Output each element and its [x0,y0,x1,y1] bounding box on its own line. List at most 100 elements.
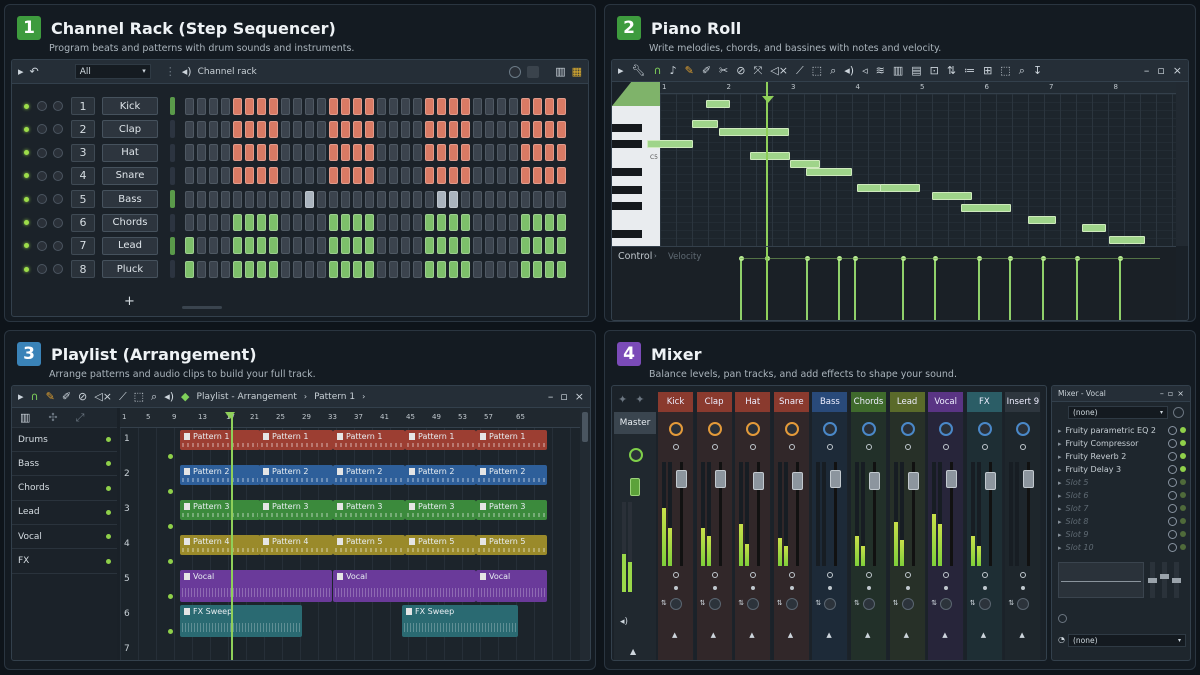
volume-fader[interactable] [753,472,765,490]
step-button[interactable] [473,144,482,162]
play-arrow-icon[interactable]: ▸ [18,66,24,77]
volume-fader[interactable] [946,470,958,488]
volume-fader[interactable] [714,470,726,488]
magnet-icon[interactable]: ∩ [654,65,662,76]
playlist-clip[interactable]: Pattern 2 [333,465,405,485]
step-button[interactable] [233,167,242,185]
step-button[interactable] [221,97,230,115]
black-key[interactable] [612,168,642,176]
send-knob[interactable] [901,598,914,610]
step-button[interactable] [521,260,530,278]
volume-knob[interactable] [53,101,63,111]
step-button[interactable] [329,214,338,231]
velocity-bar[interactable] [1009,259,1011,320]
step-button[interactable] [269,120,278,138]
step-button[interactable] [509,167,518,185]
step-button[interactable] [509,120,518,138]
minimize-icon[interactable]: – [1160,389,1164,398]
step-button[interactable] [197,260,206,278]
routing-indicator[interactable] [1020,444,1027,450]
channel-number[interactable]: 5 [71,190,95,209]
send-knob[interactable] [670,598,682,610]
stereo-indicator[interactable] [711,572,718,578]
step-button[interactable] [509,97,518,115]
chord-icon[interactable]: ▤ [911,65,921,76]
step-button[interactable] [557,260,566,278]
playlist-clip[interactable]: FX Sweep [402,605,518,637]
step-button[interactable] [353,237,362,255]
step-button[interactable] [533,260,542,278]
vertical-scrollbar[interactable] [1176,82,1188,246]
pan-knob[interactable] [37,264,47,275]
mix-knob[interactable] [1168,465,1177,474]
playback-icon[interactable]: ◂) [164,391,174,402]
channel-name-button[interactable]: Clap [102,120,158,139]
maximize-icon[interactable]: ▫ [560,391,567,402]
settings-icon[interactable]: ✦ [635,394,644,405]
step-button[interactable] [401,214,410,231]
step-button[interactable] [437,97,446,115]
pan-knob[interactable] [900,422,915,436]
playlist-clip[interactable]: Pattern 3 [333,500,405,520]
black-key[interactable] [612,202,642,210]
step-button[interactable] [473,260,482,278]
step-button[interactable] [485,120,494,138]
row-active-led[interactable] [168,454,173,459]
playlist-clip[interactable]: Pattern 4 [180,535,260,555]
mix-knob[interactable] [1168,452,1177,461]
step-button[interactable] [221,260,230,278]
channel-select-bar[interactable] [170,260,175,279]
phase-icon[interactable]: ⇅ [1008,600,1014,607]
pan-knob[interactable] [37,101,47,111]
step-button[interactable] [521,237,530,255]
step-button[interactable] [473,190,482,208]
velocity-bar[interactable] [902,259,904,320]
step-button[interactable] [281,237,290,255]
step-button[interactable] [317,144,326,162]
pan-knob[interactable] [977,422,992,436]
step-button[interactable] [341,120,350,138]
volume-fader[interactable] [676,470,687,488]
piano-icon[interactable]: ▥ [20,412,30,423]
step-button[interactable] [209,97,218,115]
step-button[interactable] [485,260,494,278]
channel-name[interactable]: Hat [735,392,771,412]
slot-enable-led[interactable] [1180,492,1186,498]
step-button[interactable] [389,190,398,208]
channel-name[interactable]: Bass [812,392,848,412]
volume-fader[interactable] [984,472,996,490]
step-button[interactable] [533,237,542,255]
fit-icon[interactable]: ⬚ [1000,65,1010,76]
step-button[interactable] [377,190,386,208]
step-button[interactable] [521,214,530,231]
step-button[interactable] [221,190,230,208]
step-button[interactable] [557,97,566,115]
step-button[interactable] [329,190,338,208]
send-knob[interactable] [824,598,837,610]
volume-knob[interactable] [53,170,63,181]
playback-icon[interactable]: ◂) [844,65,854,76]
phase-icon[interactable]: ⇅ [893,600,899,607]
step-button[interactable] [401,167,410,185]
playlist-clip[interactable]: Pattern 3 [180,500,260,520]
step-button[interactable] [449,190,458,208]
playlist-clip[interactable]: Pattern 3 [259,500,333,520]
note-grid[interactable] [647,82,1176,246]
undo-icon[interactable]: ↶ [30,66,39,77]
routing-indicator[interactable] [866,444,872,450]
step-button[interactable] [305,144,314,162]
step-button[interactable] [425,120,434,138]
volume-knob[interactable] [53,194,63,205]
step-button[interactable] [461,214,470,231]
row-active-led[interactable] [168,559,173,564]
step-button[interactable] [329,260,338,278]
step-button[interactable] [425,237,434,255]
send-knob[interactable] [940,598,953,610]
mix-knob[interactable] [1168,543,1177,552]
velocity-bar[interactable] [806,259,808,320]
audio-icon[interactable]: ✣ [48,412,57,423]
step-button[interactable] [209,144,218,162]
step-button[interactable] [413,97,422,115]
step-button[interactable] [461,167,470,185]
stereo-indicator[interactable] [866,572,872,578]
